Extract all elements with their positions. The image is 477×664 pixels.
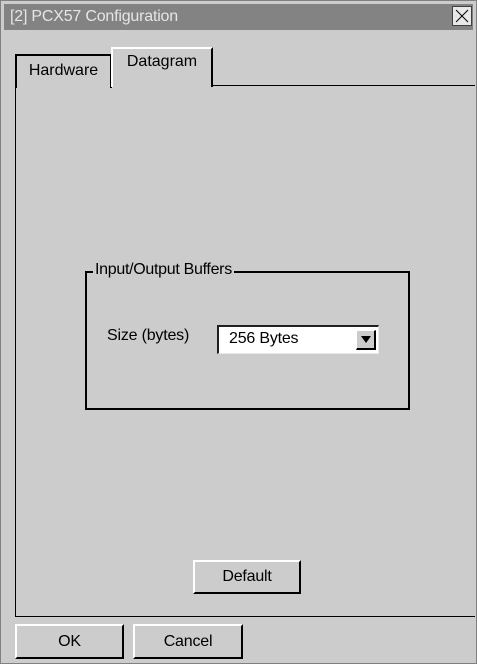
- size-dropdown-value: 256 Bytes: [229, 330, 299, 347]
- close-button[interactable]: [452, 6, 472, 26]
- close-icon: [455, 9, 469, 23]
- group-legend: Input/Output Buffers: [93, 260, 234, 280]
- panel-divider: [211, 85, 475, 86]
- size-dropdown[interactable]: 256 Bytes: [217, 325, 379, 354]
- title-bar[interactable]: [2] PCX57 Configuration: [4, 4, 473, 30]
- ok-button[interactable]: OK: [15, 624, 124, 659]
- default-button[interactable]: Default: [193, 560, 301, 594]
- tab-hardware[interactable]: Hardware: [15, 54, 112, 88]
- dropdown-button[interactable]: [356, 330, 376, 350]
- chevron-down-icon: [361, 336, 371, 343]
- size-label: Size (bytes): [107, 327, 190, 344]
- tab-datagram[interactable]: Datagram: [111, 47, 213, 87]
- cancel-button[interactable]: Cancel: [133, 624, 243, 659]
- window-title: [2] PCX57 Configuration: [10, 8, 178, 25]
- configuration-dialog: [2] PCX57 Configuration Hardware Datagra…: [0, 0, 477, 664]
